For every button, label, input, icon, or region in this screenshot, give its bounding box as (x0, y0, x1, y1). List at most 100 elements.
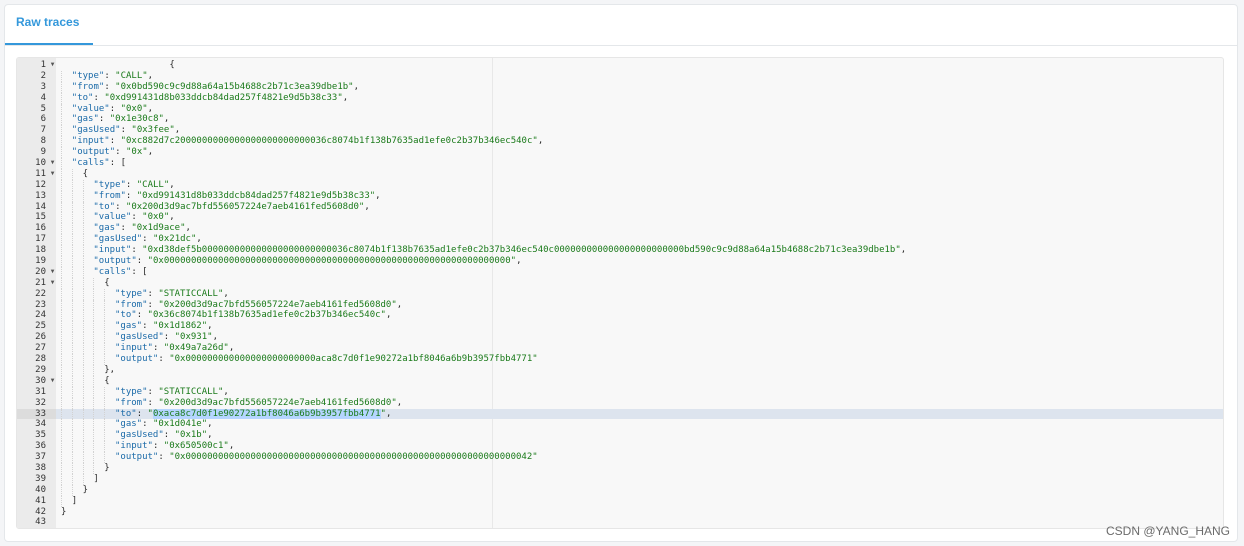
code-line[interactable]: 43 (17, 517, 1223, 528)
indent-guide (93, 332, 95, 344)
code-punctuation: { (104, 375, 110, 386)
code-line[interactable]: 34 "gas": "0x1d041e", (17, 419, 1223, 431)
code-line[interactable]: 25 "gas": "0x1d1862", (17, 321, 1223, 333)
indent-guide (82, 266, 85, 278)
tab-raw-traces[interactable]: Raw traces (5, 5, 93, 45)
code-line[interactable]: 40} (17, 484, 1223, 496)
indent-guide (61, 495, 63, 507)
code-line[interactable]: 32 "from": "0x200d3d9ac7bfd556057224e7aeb… (17, 397, 1223, 409)
code-text: "input": "0xd38def5b00000000000000000000… (93, 245, 907, 256)
code-line[interactable]: 6 "gas": "0x1e30c8", (17, 114, 1223, 126)
code-line[interactable]: 22 "type": "STATICCALL", (17, 288, 1223, 300)
indent-guide (61, 473, 63, 485)
indent-guide (104, 452, 106, 463)
json-key: "output" (115, 354, 159, 365)
json-value: "0xd991431d8b033ddcb84dad257f4821e9d5b38… (136, 190, 376, 201)
indent-guide (61, 92, 63, 104)
code-line[interactable]: 3 "from": "0x0bd590c9c9d88a64a15b4688c2b7… (17, 81, 1223, 93)
code-line[interactable]: 21 ▼{ (17, 277, 1223, 289)
json-key: "output" (71, 147, 116, 158)
indent-guide (61, 430, 63, 442)
code-line[interactable]: 13 "from": "0xd991431d8b033ddcb84dad257f4… (17, 190, 1223, 202)
indent-guide (93, 386, 95, 398)
code-line[interactable]: 24 "to": "0x36c8074b1f138b7635ad1efe0c2b3… (17, 310, 1223, 322)
line-number: 18 (35, 245, 46, 256)
code-line[interactable]: 38} (17, 462, 1223, 474)
code-line[interactable]: 35 "gasUsed": "0x1b", (17, 430, 1223, 442)
json-value: "0x650500c1" (163, 441, 229, 452)
fold-toggle-icon[interactable]: ▼ (49, 278, 56, 289)
code-line[interactable]: 8 "input": "0xc882d7c20000000000000000000… (17, 136, 1223, 148)
code-punctuation: } (61, 506, 67, 517)
code-line[interactable]: 29}, (17, 364, 1223, 376)
code-line[interactable]: 28 "output": "0x000000000000000000000000a… (17, 354, 1223, 365)
fold-toggle-icon[interactable]: ▼ (49, 267, 56, 278)
indent-guide (82, 386, 85, 398)
code-line[interactable]: 2 "type": "CALL", (17, 70, 1223, 82)
json-key: "gasUsed" (93, 234, 143, 245)
json-value: "0xd991431d8b033ddcb84dad257f4821e9d5b38… (104, 92, 343, 103)
json-key: "input" (115, 441, 153, 452)
fold-toggle-icon[interactable]: ▼ (49, 60, 56, 71)
code-line[interactable]: 26 "gasUsed": "0x931", (17, 332, 1223, 344)
indent-guide (82, 321, 85, 333)
code-line[interactable]: 30 ▼{ (17, 375, 1223, 387)
indent-guide (93, 375, 95, 387)
code-line[interactable]: 42} (17, 507, 1223, 518)
code-line[interactable]: 11 ▼{ (17, 168, 1223, 180)
code-line[interactable]: 19 "output": "0x0000000000000000000000000… (17, 256, 1223, 267)
indent-guide (82, 364, 85, 376)
code-line[interactable]: 10 ▼ "calls": [ (17, 158, 1223, 169)
line-number: 6 (40, 114, 46, 125)
indent-guide (104, 321, 106, 333)
code-line[interactable]: 33 "to": "0xaca8c7d0f1e90272a1bf8046a6b9b… (17, 408, 1223, 420)
code-text: { (83, 169, 88, 180)
json-value: "0xd38def5b000000000000000000000000036c8… (142, 245, 901, 256)
line-number: 32 (35, 397, 46, 408)
line-number: 43 (35, 517, 46, 528)
json-key: "to" (93, 201, 116, 212)
json-value: "0x0000000000000000000000000000000000000… (147, 256, 517, 267)
code-line[interactable]: 1 ▼ { (17, 60, 1223, 71)
json-value: "0x49a7a26d" (163, 343, 229, 354)
code-lines: 1 ▼ {2 "type": "CALL", 3 "from": "0x0bd590c9… (17, 60, 1223, 528)
line-number: 12 (35, 179, 46, 190)
code-line[interactable]: 23 "from": "0x200d3d9ac7bfd556057224e7aeb… (17, 299, 1223, 311)
json-key: "gasUsed" (115, 332, 164, 343)
code-line[interactable]: 20 ▼ "calls": [ (17, 266, 1223, 278)
indent-guide (61, 484, 63, 496)
code-line[interactable]: 7 "gasUsed": "0x3fee", (17, 125, 1223, 137)
code-text: "type": "CALL", (71, 70, 154, 81)
code-line[interactable]: 5 "value": "0x0", (17, 103, 1223, 115)
fold-toggle-icon[interactable]: ▼ (49, 169, 56, 180)
code-line[interactable]: 27 "input": "0x49a7a26d", (17, 343, 1223, 355)
code-line[interactable]: 4 "to": "0xd991431d8b033ddcb84dad257f4821… (17, 92, 1223, 104)
line-number: 5 (40, 103, 46, 114)
indent-guide (93, 288, 95, 300)
code-line[interactable]: 9 "output": "0x", (17, 147, 1223, 159)
indent-guide (61, 452, 63, 463)
line-number: 3 (40, 81, 46, 92)
json-key: "to" (115, 408, 137, 419)
code-line[interactable]: 39] (17, 473, 1223, 485)
indent-guide (71, 473, 74, 485)
fold-toggle-icon[interactable]: ▼ (49, 158, 56, 169)
code-line[interactable]: 12 "type": "CALL", (17, 179, 1223, 191)
code-line[interactable]: 17 "gasUsed": "0x21dc", (17, 234, 1223, 246)
code-line[interactable]: 36 "input": "0x650500c1", (17, 441, 1223, 453)
indent-guide (61, 354, 63, 365)
indent-guide (71, 375, 74, 387)
indent-guide (71, 354, 74, 365)
indent-guide (61, 158, 63, 169)
indent-guide (61, 397, 63, 409)
code-line[interactable]: 16 "gas": "0x1d9ace", (17, 223, 1223, 235)
code-line[interactable]: 18 "input": "0xd38def5b000000000000000000… (17, 245, 1223, 257)
indent-guide (71, 462, 74, 474)
code-line[interactable]: 14 "to": "0x200d3d9ac7bfd556057224e7aeb41… (17, 201, 1223, 213)
fold-toggle-icon[interactable]: ▼ (49, 376, 56, 387)
code-line[interactable]: 41] (17, 495, 1223, 507)
code-line[interactable]: 15 "value": "0x0", (17, 212, 1223, 224)
code-line[interactable]: 31 "type": "STATICCALL", (17, 386, 1223, 398)
code-editor[interactable]: 1 ▼ {2 "type": "CALL", 3 "from": "0x0bd590c9… (16, 57, 1224, 529)
code-line[interactable]: 37 "output": "0x0000000000000000000000000… (17, 452, 1223, 463)
